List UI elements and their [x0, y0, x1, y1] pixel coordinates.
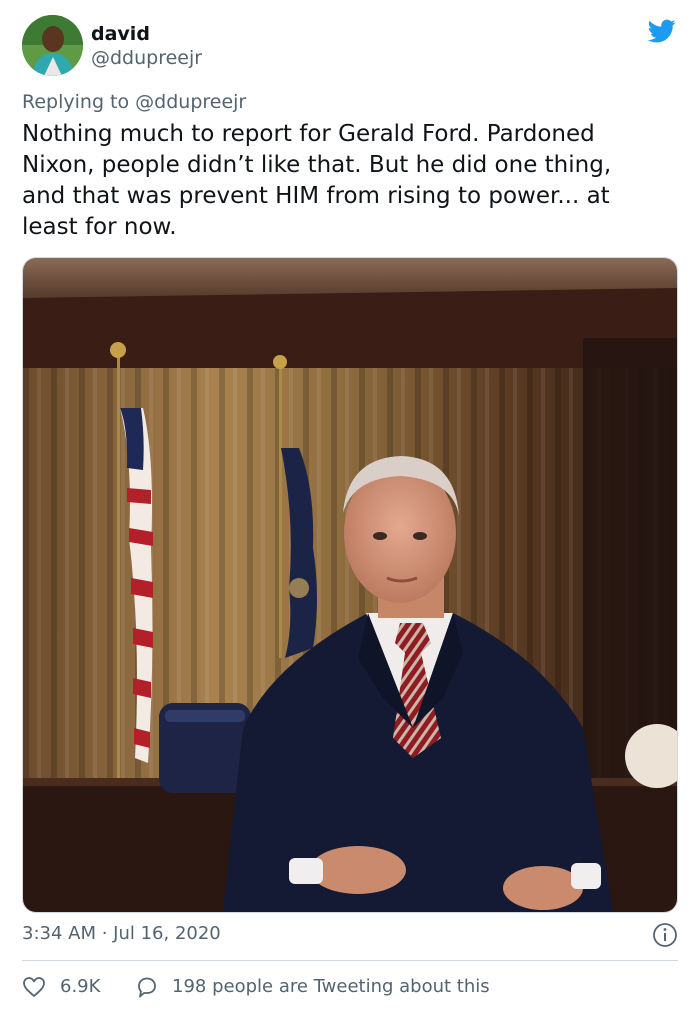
tweet-card: david @ddupreejr Replying to @ddupreejr …	[0, 0, 700, 1014]
author-avatar[interactable]	[22, 15, 83, 76]
tweet-text-line: least for now.	[22, 214, 177, 240]
heart-icon[interactable]	[22, 975, 46, 999]
tweet-timestamp[interactable]: 3:34 AM · Jul 16, 2020	[22, 921, 221, 947]
like-count[interactable]: 6.9K	[60, 974, 100, 1000]
reply-context[interactable]: Replying to @ddupreejr	[22, 89, 246, 115]
author-handle[interactable]: @ddupreejr	[91, 46, 202, 70]
info-icon[interactable]	[652, 922, 678, 948]
speech-bubble-icon[interactable]	[135, 975, 159, 999]
tweet-body: Nothing much to report for Gerald Ford. …	[22, 119, 672, 243]
tweet-text-line: Nixon, people didn’t like that. But he d…	[22, 152, 612, 178]
portrait-photo	[23, 258, 677, 912]
footer-divider	[22, 960, 678, 961]
tweet-text-line: Nothing much to report for Gerald Ford. …	[22, 121, 595, 147]
tweet-photo[interactable]	[22, 257, 678, 913]
author-display-name[interactable]: david	[91, 22, 150, 46]
tweet-text-line: and that was prevent HIM from rising to …	[22, 183, 610, 209]
twitter-bird-icon[interactable]	[646, 17, 678, 45]
tweeting-about-link[interactable]: 198 people are Tweeting about this	[172, 974, 490, 1000]
avatar-image	[22, 15, 83, 76]
